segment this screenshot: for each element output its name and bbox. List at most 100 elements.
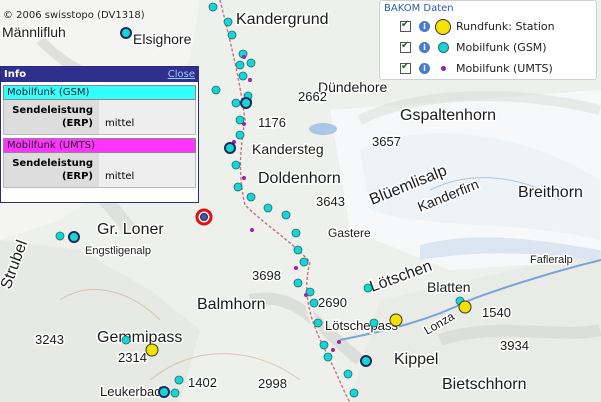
elevation-label: 2998 <box>258 376 287 391</box>
legend-title: BAKOM Daten <box>384 3 454 14</box>
elevation-label: 1540 <box>482 305 511 320</box>
umts-antenna-marker[interactable] <box>331 348 335 352</box>
gsm-antenna-marker[interactable] <box>263 203 273 213</box>
gsm-antenna-marker[interactable] <box>223 17 233 27</box>
gsm-antenna-marker[interactable] <box>55 231 65 241</box>
broadcast-station-marker[interactable] <box>145 343 159 357</box>
umts-property-value: mittel <box>99 153 195 187</box>
umts-antenna-marker[interactable] <box>242 122 246 126</box>
label-dundehore: Dündehore <box>318 79 387 95</box>
elevation-label: 3643 <box>316 194 345 209</box>
combined-antenna-marker[interactable] <box>120 27 132 39</box>
label-blatten: Blatten <box>427 279 471 295</box>
umts-antenna-marker[interactable] <box>242 176 246 180</box>
combined-antenna-marker[interactable] <box>360 355 372 367</box>
gsm-antenna-marker[interactable] <box>291 228 301 238</box>
elevation-label: 3657 <box>372 134 401 149</box>
gsm-antenna-marker[interactable] <box>281 210 291 220</box>
combined-antenna-marker[interactable] <box>68 231 80 243</box>
umts-property-row: Sendeleistung (ERP) mittel <box>3 153 196 188</box>
legend-label-gsm: Mobilfunk (GSM) <box>456 41 547 54</box>
elevation-label: 1402 <box>188 375 217 390</box>
broadcast-checkbox[interactable] <box>400 19 411 32</box>
gsm-antenna-marker[interactable] <box>323 352 333 362</box>
umts-antenna-marker[interactable] <box>304 293 308 297</box>
legend-item-broadcast: i Rundfunk: Station <box>380 16 596 37</box>
legend-panel: BAKOM Daten i Rundfunk: Station i Mobilf… <box>379 0 597 80</box>
elevation-label: 3698 <box>252 268 281 283</box>
info-icon[interactable]: i <box>419 42 430 53</box>
gsm-antenna-marker[interactable] <box>211 85 221 95</box>
selected-antenna-marker[interactable] <box>200 213 208 221</box>
gsm-antenna-marker[interactable] <box>363 283 373 293</box>
gsm-antenna-marker[interactable] <box>208 2 218 12</box>
elevation-label: 3934 <box>500 338 529 353</box>
label-elsighore: Elsighore <box>133 31 192 47</box>
broadcast-station-marker[interactable] <box>458 300 472 314</box>
info-close-link[interactable]: Close <box>168 69 195 80</box>
gsm-antenna-marker[interactable] <box>174 375 184 385</box>
umts-checkbox[interactable] <box>400 61 411 74</box>
combined-antenna-marker[interactable] <box>158 386 170 398</box>
umts-antenna-marker[interactable] <box>250 228 254 232</box>
umts-section-title: Mobilfunk (UMTS) <box>3 138 196 153</box>
gsm-antenna-marker[interactable] <box>235 60 245 70</box>
gsm-antenna-marker[interactable] <box>231 160 241 170</box>
gsm-antenna-icon <box>434 42 452 53</box>
gsm-antenna-marker[interactable] <box>293 245 303 255</box>
broadcast-station-marker[interactable] <box>389 313 403 327</box>
label-bietschhorn: Bietschhorn <box>442 376 527 393</box>
elevation-label: 1176 <box>258 115 286 130</box>
info-icon[interactable]: i <box>419 63 430 74</box>
legend-label-broadcast: Rundfunk: Station <box>456 20 555 33</box>
label-leukerbad: Leukerbad <box>100 384 161 399</box>
umts-antenna-marker[interactable] <box>248 78 252 82</box>
elevation-label: 2690 <box>318 295 347 310</box>
label-gr-loner: Gr. Loner <box>97 221 164 238</box>
gsm-antenna-marker[interactable] <box>231 98 241 108</box>
label-gemmipass: Gemmipass <box>97 329 182 346</box>
legend-label-umts: Mobilfunk (UMTS) <box>456 62 553 75</box>
gsm-antenna-marker[interactable] <box>233 182 243 192</box>
label-engstligenalp: Engstligenalp <box>85 245 151 257</box>
gsm-antenna-marker[interactable] <box>313 318 323 328</box>
label-kandergrund: Kandergrund <box>236 11 329 28</box>
info-icon[interactable]: i <box>419 21 430 32</box>
gsm-antenna-marker[interactable] <box>170 388 180 398</box>
elevation-label: 2662 <box>298 89 327 104</box>
gsm-antenna-marker[interactable] <box>369 318 379 328</box>
label-mannlifluh: Männlifluh <box>2 24 66 40</box>
gsm-antenna-marker[interactable] <box>293 278 303 288</box>
gsm-antenna-marker[interactable] <box>227 30 237 40</box>
umts-antenna-marker[interactable] <box>294 266 298 270</box>
label-lotschepass: Lötschepass <box>325 318 398 333</box>
legend-item-umts: i Mobilfunk (UMTS) <box>380 58 596 79</box>
gsm-antenna-marker[interactable] <box>246 192 256 202</box>
umts-property-key: Sendeleistung (ERP) <box>4 153 99 187</box>
gsm-antenna-marker[interactable] <box>121 335 131 345</box>
info-panel: Info Close Mobilfunk (GSM) Sendeleistung… <box>0 66 199 203</box>
gsm-antenna-marker[interactable] <box>319 340 329 350</box>
label-doldenhorn: Doldenhorn <box>258 170 341 187</box>
umts-antenna-marker[interactable] <box>242 55 246 59</box>
gsm-antenna-marker[interactable] <box>309 298 319 308</box>
gsm-antenna-marker[interactable] <box>238 71 248 81</box>
combined-antenna-marker[interactable] <box>224 142 236 154</box>
gsm-property-row: Sendeleistung (ERP) mittel <box>3 100 196 135</box>
gsm-antenna-marker[interactable] <box>235 130 245 140</box>
info-panel-title: Info <box>4 69 27 80</box>
combined-antenna-marker[interactable] <box>240 97 252 109</box>
gsm-checkbox[interactable] <box>400 40 411 53</box>
gsm-antenna-marker[interactable] <box>299 257 309 267</box>
gsm-antenna-marker[interactable] <box>246 58 256 68</box>
elevation-label: 3243 <box>35 332 64 347</box>
label-kippel: Kippel <box>394 351 438 368</box>
label-breithorn: Breithorn <box>518 184 583 201</box>
label-fafleralp: Fafleralp <box>530 254 573 266</box>
umts-antenna-marker[interactable] <box>337 340 341 344</box>
label-gspaltenhorn: Gspaltenhorn <box>400 107 496 124</box>
gsm-antenna-marker[interactable] <box>343 369 353 379</box>
elevation-label: 2314 <box>118 350 147 365</box>
gsm-antenna-marker[interactable] <box>349 388 359 398</box>
label-balmhorn: Balmhorn <box>197 296 265 313</box>
